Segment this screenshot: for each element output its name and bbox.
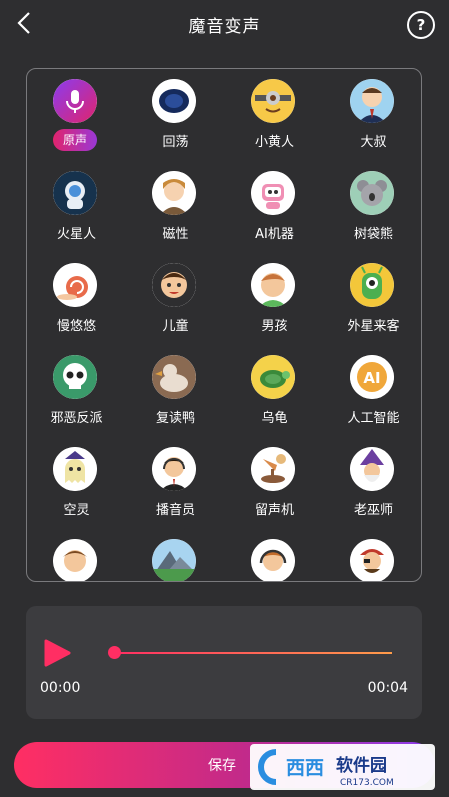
voice-effect-label: 空灵 <box>63 503 90 518</box>
voice-effect-label: 原声 <box>53 129 97 151</box>
voice-effect-label: AI机器 <box>255 227 294 242</box>
voice-effect-item[interactable]: 复读鸭 <box>126 345 225 437</box>
wizard-icon <box>350 447 394 491</box>
help-icon[interactable]: ? <box>407 11 435 39</box>
save-button-label: 保存 <box>208 758 236 774</box>
headset-icon <box>251 539 295 581</box>
voice-effect-item[interactable]: 乌龟 <box>225 345 324 437</box>
man-icon <box>53 539 97 581</box>
microphone-icon <box>53 79 97 123</box>
magnetic-voice-icon <box>152 171 196 215</box>
echo-icon <box>152 79 196 123</box>
voice-effect-item[interactable]: 空灵 <box>27 437 126 529</box>
ghost-icon <box>53 447 97 491</box>
voice-effect-item[interactable]: AI 人工智能 <box>324 345 421 437</box>
alien-icon <box>350 263 394 307</box>
voice-effect-item[interactable]: 儿童 <box>126 253 225 345</box>
voice-effect-label: 树袋熊 <box>353 227 393 242</box>
voice-effect-item[interactable] <box>126 529 225 581</box>
voice-effect-item[interactable]: 邪恶反派 <box>27 345 126 437</box>
announcer-icon <box>152 447 196 491</box>
voice-effect-label: 磁性 <box>162 227 189 242</box>
voice-effect-label: 留声机 <box>254 503 294 518</box>
pirate-icon <box>350 539 394 581</box>
voice-effect-item[interactable] <box>324 529 421 581</box>
voice-effect-item[interactable]: 大叔 <box>324 69 421 161</box>
voice-effect-label: 邪恶反派 <box>50 411 103 426</box>
minion-icon <box>251 79 295 123</box>
voice-effect-item[interactable]: 火星人 <box>27 161 126 253</box>
duck-icon <box>152 355 196 399</box>
voice-effects-panel[interactable]: 原声 回荡 小黄人 大叔火星人 磁性 AI机器 树袋熊慢悠悠 儿童 男孩 外星来客邪恶反派 复读鸭 乌… <box>26 68 422 582</box>
voice-effect-label: 儿童 <box>162 319 189 334</box>
page-title: 魔音变声 <box>188 17 261 37</box>
voice-effect-item[interactable]: 留声机 <box>225 437 324 529</box>
skull-icon <box>53 355 97 399</box>
voice-effect-label: 乌龟 <box>261 411 288 426</box>
voice-effect-item[interactable] <box>225 529 324 581</box>
total-time: 00:04 <box>367 680 408 696</box>
uncle-icon <box>350 79 394 123</box>
voice-effect-item[interactable]: AI机器 <box>225 161 324 253</box>
voice-effect-item[interactable]: 老巫师 <box>324 437 421 529</box>
turtle-icon <box>251 355 295 399</box>
boy-icon <box>251 263 295 307</box>
voice-effect-label: 大叔 <box>360 135 387 150</box>
astronaut-icon <box>53 171 97 215</box>
audio-player: 00:00 00:04 <box>26 606 422 719</box>
progress-thumb[interactable] <box>108 646 121 659</box>
voice-effect-item[interactable]: 树袋熊 <box>324 161 421 253</box>
ai-icon: AI <box>350 355 394 399</box>
svg-text:AI: AI <box>363 369 380 387</box>
voice-effect-item[interactable]: 播音员 <box>126 437 225 529</box>
voice-effect-item[interactable]: 回荡 <box>126 69 225 161</box>
voice-effect-label: 人工智能 <box>347 411 400 426</box>
current-time: 00:00 <box>40 680 81 696</box>
top-bar: 魔音变声 ? <box>0 0 449 48</box>
voice-effect-label: 老巫师 <box>353 503 393 518</box>
voice-effect-label: 外星来客 <box>347 319 400 334</box>
gramophone-icon <box>251 447 295 491</box>
voice-effect-label: 小黄人 <box>254 135 294 150</box>
voice-effect-label: 复读鸭 <box>155 411 195 426</box>
voice-effect-item[interactable] <box>27 529 126 581</box>
voice-effect-item[interactable]: 原声 <box>27 69 126 161</box>
child-icon <box>152 263 196 307</box>
voice-effect-label: 慢悠悠 <box>56 319 96 334</box>
voice-effect-item[interactable]: 外星来客 <box>324 253 421 345</box>
voice-effect-item[interactable]: 小黄人 <box>225 69 324 161</box>
voice-effect-item[interactable]: 慢悠悠 <box>27 253 126 345</box>
play-icon[interactable] <box>42 638 72 668</box>
voice-effect-item[interactable]: 磁性 <box>126 161 225 253</box>
mountain-icon <box>152 539 196 581</box>
voice-effect-label: 男孩 <box>261 319 288 334</box>
voice-effect-label: 回荡 <box>162 135 189 150</box>
progress-track[interactable] <box>114 652 392 654</box>
voice-effect-item[interactable]: 男孩 <box>225 253 324 345</box>
voice-effect-label: 播音员 <box>155 503 195 518</box>
svg-text:软件园: 软件园 <box>336 755 387 776</box>
robot-icon <box>251 171 295 215</box>
voice-effect-label: 火星人 <box>56 227 96 242</box>
koala-icon <box>350 171 394 215</box>
watermark-logo: 西西 软件园 CR173.COM <box>250 744 435 790</box>
svg-text:CR173.COM: CR173.COM <box>340 778 394 788</box>
snail-icon <box>53 263 97 307</box>
svg-text:西西: 西西 <box>286 757 324 779</box>
